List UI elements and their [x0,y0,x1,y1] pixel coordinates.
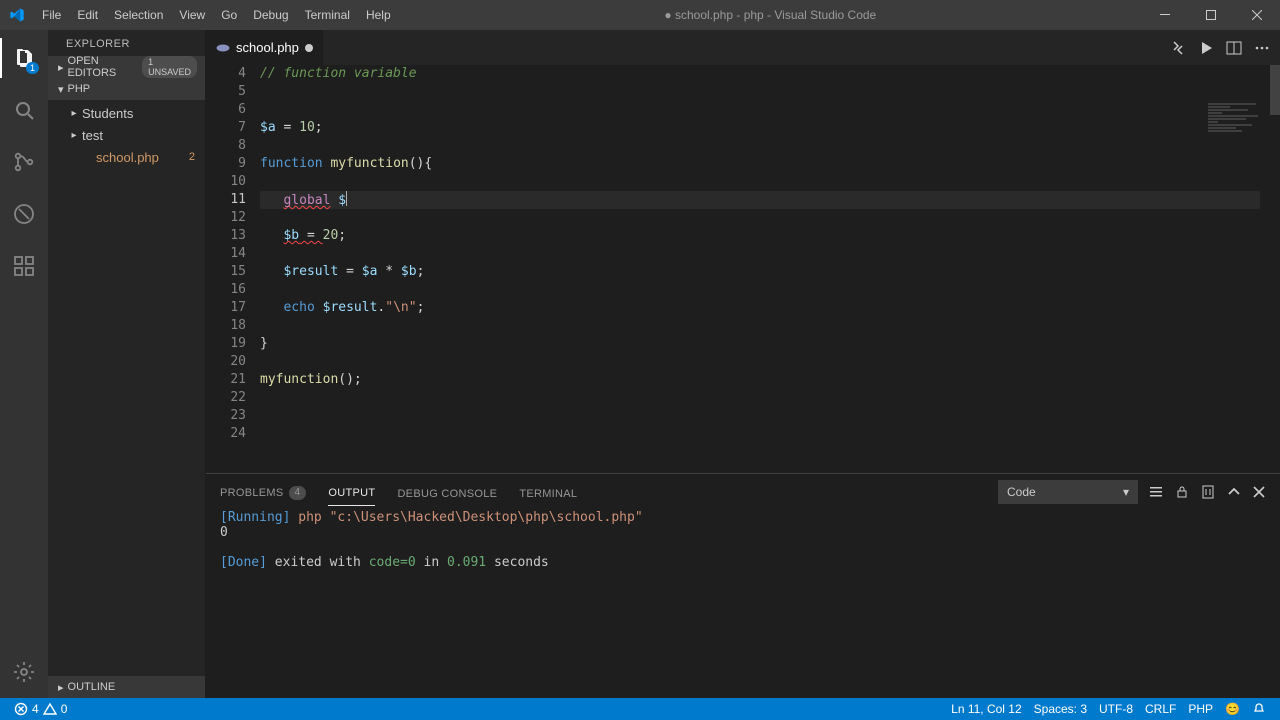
activity-search[interactable] [0,90,48,130]
activity-settings[interactable] [0,652,48,692]
vscode-logo-icon [0,7,34,23]
chevron-right-icon: ▸ [68,108,80,119]
code-content[interactable]: // function variable $a = 10; function m… [260,65,1280,473]
minimize-button[interactable] [1142,0,1188,30]
outline-label: OUTLINE [68,681,116,693]
editor-scrollbar[interactable] [1266,65,1280,698]
menu-file[interactable]: File [34,0,69,30]
warning-icon [43,702,57,716]
window-title: ● school.php - php - Visual Studio Code [399,8,1142,22]
tree-folder[interactable]: ▸ Students [48,102,205,124]
maximize-button[interactable] [1188,0,1234,30]
title-bar: File Edit Selection View Go Debug Termin… [0,0,1280,30]
menu-view[interactable]: View [171,0,213,30]
menu-go[interactable]: Go [213,0,245,30]
maximize-panel-icon[interactable] [1226,484,1242,500]
tree-file[interactable]: school.php 2 [48,146,205,168]
error-icon [14,702,28,716]
clear-output-icon[interactable] [1200,484,1216,500]
unsaved-badge: 1 UNSAVED [142,56,197,78]
output-running-label: [Running] [220,510,290,525]
output-body[interactable]: [Running] php "c:\Users\Hacked\Desktop\p… [206,506,1280,698]
menu-selection[interactable]: Selection [106,0,171,30]
close-panel-icon[interactable] [1252,485,1266,499]
activity-debug[interactable] [0,194,48,234]
root-folder-label: PHP [68,83,91,95]
editor-area: school.php 45678910 11 12131415161718192… [206,30,1280,698]
chevron-right-icon: ▸ [58,61,64,74]
tab-school-php[interactable]: school.php [206,30,324,65]
code-editor[interactable]: 45678910 11 12131415161718192021222324 /… [206,65,1280,473]
tree-label: test [82,128,103,143]
chevron-right-icon: ▸ [58,681,64,694]
status-notifications-icon[interactable] [1246,702,1272,716]
editor-actions [1160,30,1280,65]
problems-count-badge: 4 [289,486,307,500]
open-editors-label: OPEN EDITORS [68,55,139,79]
status-eol[interactable]: CRLF [1139,702,1182,716]
panel-tab-output[interactable]: OUTPUT [328,487,375,506]
tree-label: school.php [96,150,159,165]
editor-tabs: school.php [206,30,1280,65]
status-indent[interactable]: Spaces: 3 [1028,702,1093,716]
explorer-badge: 1 [26,62,39,74]
menu-debug[interactable]: Debug [245,0,296,30]
code-comment: // function variable [260,66,417,81]
status-encoding[interactable]: UTF-8 [1093,702,1139,716]
lock-scroll-icon[interactable] [1174,484,1190,500]
panel-tabs: PROBLEMS 4 OUTPUT DEBUG CONSOLE TERMINAL… [206,474,1280,506]
menu-terminal[interactable]: Terminal [297,0,358,30]
modified-dot-icon [305,44,313,52]
window-controls [1142,0,1280,30]
php-file-icon [216,41,230,55]
split-editor-icon[interactable] [1226,40,1242,56]
line-gutter: 45678910 11 12131415161718192021222324 [206,65,260,473]
outline-section[interactable]: ▸ OUTLINE [48,676,205,698]
chevron-down-icon: ▾ [58,83,64,96]
output-command: php "c:\Users\Hacked\Desktop\php\school.… [298,510,642,525]
chevron-right-icon: ▸ [68,130,80,141]
output-settings-icon[interactable] [1148,484,1164,500]
status-feedback-icon[interactable]: 😊 [1219,702,1246,716]
panel-tab-problems[interactable]: PROBLEMS 4 [220,486,306,506]
status-errors[interactable]: 4 0 [8,702,73,716]
folder-root-section[interactable]: ▾ PHP [48,78,205,100]
output-done-label: [Done] [220,555,267,570]
chevron-down-icon: ▾ [1123,485,1129,499]
activity-extensions[interactable] [0,246,48,286]
status-language[interactable]: PHP [1182,702,1219,716]
status-cursor-position[interactable]: Ln 11, Col 12 [945,702,1028,716]
panel-tab-terminal[interactable]: TERMINAL [519,488,577,506]
text-cursor [346,191,347,206]
status-bar: 4 0 Ln 11, Col 12 Spaces: 3 UTF-8 CRLF P… [0,698,1280,720]
file-problems-badge: 2 [189,151,195,163]
panel-tab-debug-console[interactable]: DEBUG CONSOLE [397,488,497,506]
file-tree: ▸ Students ▸ test school.php 2 [48,100,205,676]
activity-explorer[interactable]: 1 [0,38,48,78]
output-channel-select[interactable]: Code ▾ [998,480,1138,504]
bottom-panel: PROBLEMS 4 OUTPUT DEBUG CONSOLE TERMINAL… [206,473,1280,698]
open-editors-section[interactable]: ▸ OPEN EDITORS 1 UNSAVED [48,56,205,78]
tree-folder[interactable]: ▸ test [48,124,205,146]
close-button[interactable] [1234,0,1280,30]
menu-edit[interactable]: Edit [69,0,106,30]
activity-bar: 1 [0,30,48,698]
explorer-title: EXPLORER [48,30,205,56]
explorer-sidebar: EXPLORER ▸ OPEN EDITORS 1 UNSAVED ▾ PHP … [48,30,206,698]
more-actions-icon[interactable] [1254,40,1270,56]
output-result: 0 [220,525,1266,540]
compare-changes-icon[interactable] [1170,40,1186,56]
run-icon[interactable] [1198,40,1214,56]
tab-label: school.php [236,40,299,55]
menu-help[interactable]: Help [358,0,399,30]
menu-bar: File Edit Selection View Go Debug Termin… [34,0,399,30]
tree-label: Students [82,106,133,121]
activity-scm[interactable] [0,142,48,182]
